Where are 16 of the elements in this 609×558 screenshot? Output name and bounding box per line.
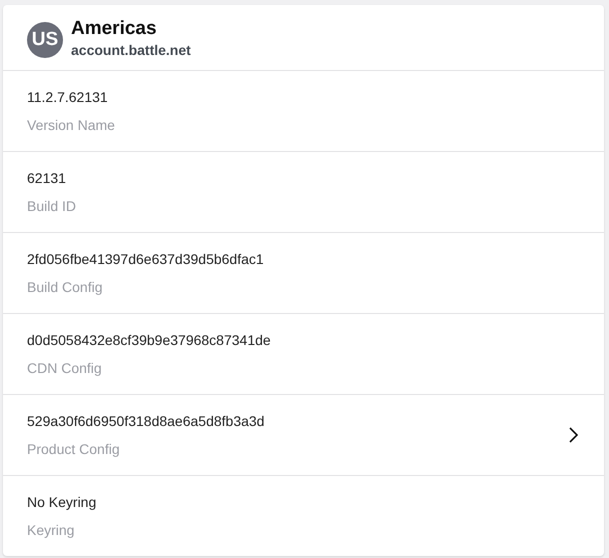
field-label: Keyring (27, 522, 76, 538)
field-label: Product Config (27, 441, 121, 457)
field-value: d0d5058432e8cf39b9e37968c87341de (27, 332, 272, 348)
field-value: 11.2.7.62131 (27, 89, 109, 105)
field-value: 62131 (27, 170, 67, 186)
chevron-right-icon[interactable] (568, 426, 580, 444)
field-label: Version Name (27, 117, 116, 133)
field-label: Build ID (27, 198, 78, 214)
field-value: 2fd056fbe41397d6e637d39d5b6dfac1 (27, 251, 265, 267)
field-value: No Keyring (27, 494, 98, 510)
region-host: account.battle.net (71, 42, 191, 58)
region-avatar: US (27, 22, 63, 58)
region-title: Americas (71, 18, 158, 40)
field-value: 529a30f6d6950f318d8ae6a5d8fb3a3d (27, 413, 266, 429)
field-label: CDN Config (27, 360, 103, 376)
field-label: Build Config (27, 279, 104, 295)
